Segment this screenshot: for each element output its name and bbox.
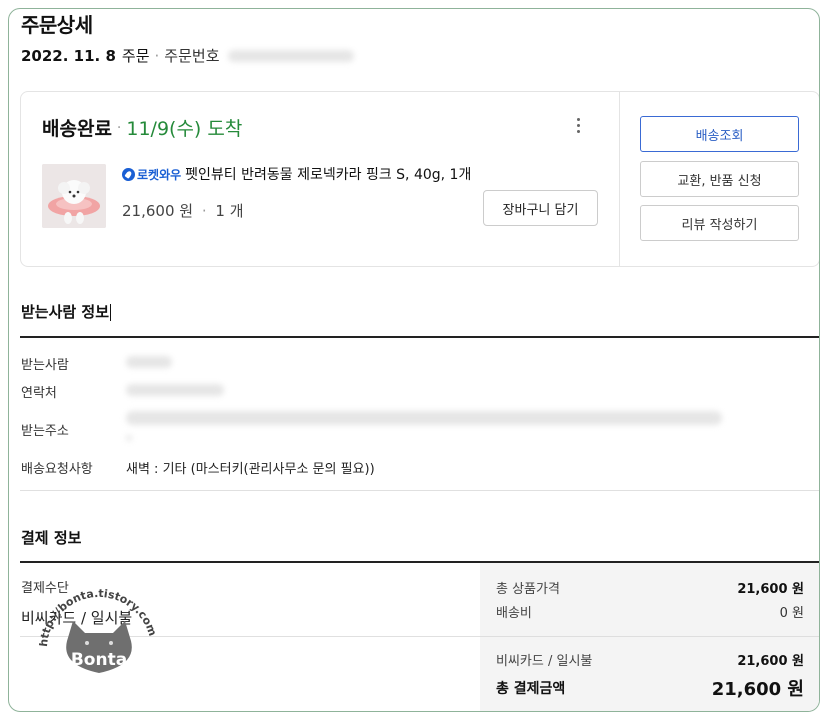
product-thumbnail[interactable] bbox=[42, 164, 106, 228]
product-quantity: 1 개 bbox=[215, 202, 244, 220]
delivery-request-value: 새벽 : 기타 (마스터키(관리사무소 문의 필요)) bbox=[126, 462, 375, 477]
product-name[interactable]: 펫인뷰티 반려동물 제로넥카라 핑크 S, 40g, 1개 bbox=[185, 164, 471, 184]
shipping-value: 0 원 bbox=[779, 606, 804, 621]
recipient-address-redacted-2 bbox=[126, 435, 132, 441]
shipping-row: 배송비 0 원 bbox=[496, 602, 804, 621]
product-name-line[interactable]: 로켓와우 펫인뷰티 반려동물 제로넥카라 핑크 S, 40g, 1개 bbox=[122, 164, 471, 184]
recipient-title-text: 받는사람 정보 bbox=[21, 303, 110, 321]
card-label: 비씨카드 / 일시불 bbox=[496, 654, 593, 669]
watermark-name: Bonta bbox=[71, 650, 127, 670]
recipient-phone-label: 연락처 bbox=[21, 386, 57, 401]
recipient-address-label: 받는주소 bbox=[21, 424, 69, 439]
order-card: 배송완료 · 11/9(수) 도착 로켓와우 펫인뷰티 반려동물 제로넥카라 핑… bbox=[20, 91, 819, 267]
payment-divider bbox=[480, 636, 819, 637]
status-label: 배송완료 bbox=[42, 118, 112, 140]
delivery-status: 배송완료 · 11/9(수) 도착 bbox=[42, 114, 242, 141]
payment-summary: 총 상품가격 21,600 원 배송비 0 원 비씨카드 / 일시불 21,60… bbox=[480, 563, 819, 711]
order-meta: 2022. 11. 8 주문 · 주문번호 bbox=[21, 45, 354, 66]
recipient-rule bbox=[20, 336, 819, 338]
final-total-label: 총 결제금액 bbox=[496, 681, 566, 697]
separator-dot: · bbox=[201, 202, 207, 220]
rocket-label: 로켓와우 bbox=[137, 167, 182, 182]
product-price: 21,600 원 bbox=[122, 202, 194, 220]
price-line: 21,600 원 · 1 개 bbox=[122, 200, 244, 221]
add-to-cart-button[interactable]: 장바구니 담기 bbox=[483, 190, 598, 226]
order-number-redacted bbox=[227, 49, 354, 62]
rocket-icon bbox=[122, 167, 135, 181]
order-date: 2022. 11. 8 bbox=[21, 46, 116, 65]
total-goods-row: 총 상품가격 21,600 원 bbox=[496, 578, 804, 597]
total-goods-label: 총 상품가격 bbox=[496, 582, 560, 597]
recipient-address-redacted bbox=[126, 411, 722, 425]
track-delivery-button[interactable]: 배송조회 bbox=[640, 116, 799, 152]
final-total-value: 21,600 원 bbox=[711, 679, 804, 700]
card-value: 21,600 원 bbox=[737, 654, 804, 669]
recipient-name-redacted bbox=[126, 356, 172, 368]
order-actions: 배송조회 교환, 반품 신청 리뷰 작성하기 bbox=[619, 92, 819, 266]
write-review-button[interactable]: 리뷰 작성하기 bbox=[640, 205, 799, 241]
more-options-icon[interactable] bbox=[577, 118, 583, 133]
recipient-section-title: 받는사람 정보 bbox=[21, 301, 112, 322]
arrival-date: 11/9(수) 도착 bbox=[126, 118, 243, 140]
order-detail-frame: 주문상세 2022. 11. 8 주문 · 주문번호 배송완료 · 11/9(수… bbox=[8, 8, 820, 712]
rocket-wow-badge: 로켓와우 bbox=[122, 166, 181, 183]
order-number-label: 주문번호 bbox=[164, 47, 220, 65]
exchange-return-button[interactable]: 교환, 반품 신청 bbox=[640, 161, 799, 197]
separator-dot: · bbox=[154, 46, 160, 65]
bonta-watermark: http://bonta.tistory.com Bonta bbox=[37, 583, 167, 689]
order-card-main: 배송완료 · 11/9(수) 도착 로켓와우 펫인뷰티 반려동물 제로넥카라 핑… bbox=[21, 92, 620, 266]
recipient-phone-redacted bbox=[126, 384, 224, 396]
payment-section-title: 결제 정보 bbox=[21, 529, 82, 547]
total-goods-value: 21,600 원 bbox=[737, 582, 804, 597]
shipping-label: 배송비 bbox=[496, 606, 532, 621]
section-divider bbox=[20, 490, 819, 491]
recipient-name-label: 받는사람 bbox=[21, 358, 69, 373]
delivery-request-label: 배송요청사항 bbox=[21, 462, 93, 477]
text-cursor bbox=[110, 304, 112, 321]
card-row: 비씨카드 / 일시불 21,600 원 bbox=[496, 650, 804, 669]
order-word: 주문 bbox=[121, 47, 150, 65]
final-total-row: 총 결제금액 21,600 원 bbox=[496, 675, 804, 701]
page-title: 주문상세 bbox=[21, 13, 93, 37]
separator-dot: · bbox=[116, 119, 122, 136]
